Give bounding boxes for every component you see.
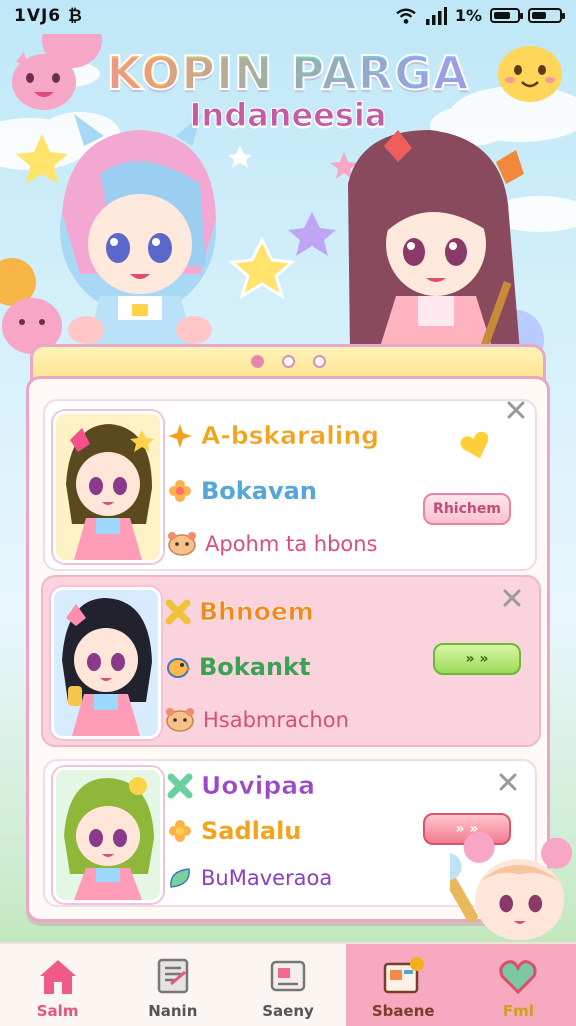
bird-icon [167,658,191,678]
card-action-button[interactable]: » » [433,643,521,675]
signal-icon [425,6,447,25]
character-right-icon [348,130,524,360]
nav-label: Fml [502,1002,534,1020]
heart-sticker-icon [460,431,489,459]
page-indicator [33,355,543,368]
hamster-icon [166,708,194,732]
bottom-nav: Salm Nanin Saeny Sbaene Fml [0,942,576,1026]
avatar [53,767,163,903]
nav-item-card[interactable]: Saeny [230,944,345,1026]
card-action-button[interactable]: Rhichem [423,493,511,525]
list-item[interactable]: A-bskaraling Bokavan Apohm ta hbons Rhic… [43,399,537,571]
leaf-icon [170,868,190,888]
close-icon[interactable] [501,587,523,609]
card-title-row: Uovipaa [167,771,315,800]
card-title-row: Bhnoem [165,597,314,626]
character-avatar-icon [54,590,158,736]
card-icon [270,960,306,992]
card-subtitle-row: Bokavan [167,477,317,505]
card-description: Hsabmrachon [203,708,349,732]
card-description: Apohm ta hbons [205,532,378,556]
shop-icon [383,957,425,994]
book-icon [157,958,189,994]
card-description-row: Apohm ta hbons [167,531,378,557]
card-title: A-bskaraling [201,421,380,451]
home-icon [39,960,76,994]
nav-label: Nanin [148,1002,198,1020]
status-icons: 1% [395,6,565,25]
list-item-selected[interactable]: Bhnoem Bokankt Hsabmrachon » » [41,575,541,747]
battery-icon [528,8,565,23]
flower-icon [169,480,191,502]
character-avatar-icon [56,770,160,900]
close-icon[interactable] [505,399,527,421]
battery-icon [490,8,523,23]
card-title: Bhnoem [199,597,314,627]
x-star-icon [165,599,191,624]
card-subtitle: Sadlalu [201,817,302,845]
card-title: Uovipaa [201,771,316,801]
card-subtitle: Bokavan [201,477,317,505]
status-time: 1VJ6 ₿ [14,6,83,26]
nav-label: Saeny [262,1002,314,1020]
card-subtitle-row: Bokankt [165,653,310,681]
nav-item-home[interactable]: Salm [0,944,115,1026]
card-description: BuMaveraoa [201,866,333,890]
page-dot[interactable] [281,355,295,368]
card-subtitle: Bokankt [199,653,311,681]
nav-item-favorite[interactable]: Fml [460,944,576,1026]
app-title: KOPIN PARGA [0,45,576,101]
avatar [53,411,163,563]
nav-item-book[interactable]: Nanin [115,944,230,1026]
card-description-row: Hsabmrachon [165,707,349,733]
card-description-row: BuMaveraoa [167,865,332,891]
title-block: KOPIN PARGA Indaneesia [0,45,576,135]
flower-icon [169,820,191,842]
hamster-icon [168,532,196,556]
nav-label: Salm [36,1002,79,1020]
card-subtitle-row: Sadlalu [167,817,301,845]
page-dot[interactable] [312,355,326,368]
page-dot-active[interactable] [250,355,264,368]
heart-icon [499,960,538,995]
avatar [51,587,161,739]
nav-item-shop[interactable]: Sbaene [345,944,461,1026]
corner-mascot-icon [450,831,573,941]
battery-percent: 1% [454,6,482,25]
sparkle-icon [168,423,192,448]
status-bar: 1VJ6 ₿ 1% [0,0,576,34]
character-avatar-icon [56,414,160,560]
app-subtitle: Indaneesia [189,96,387,135]
nav-label: Sbaene [371,1002,435,1020]
card-title-row: A-bskaraling [167,421,379,450]
wifi-icon [396,8,416,24]
close-icon[interactable] [497,771,519,793]
x-star-icon [167,773,193,798]
